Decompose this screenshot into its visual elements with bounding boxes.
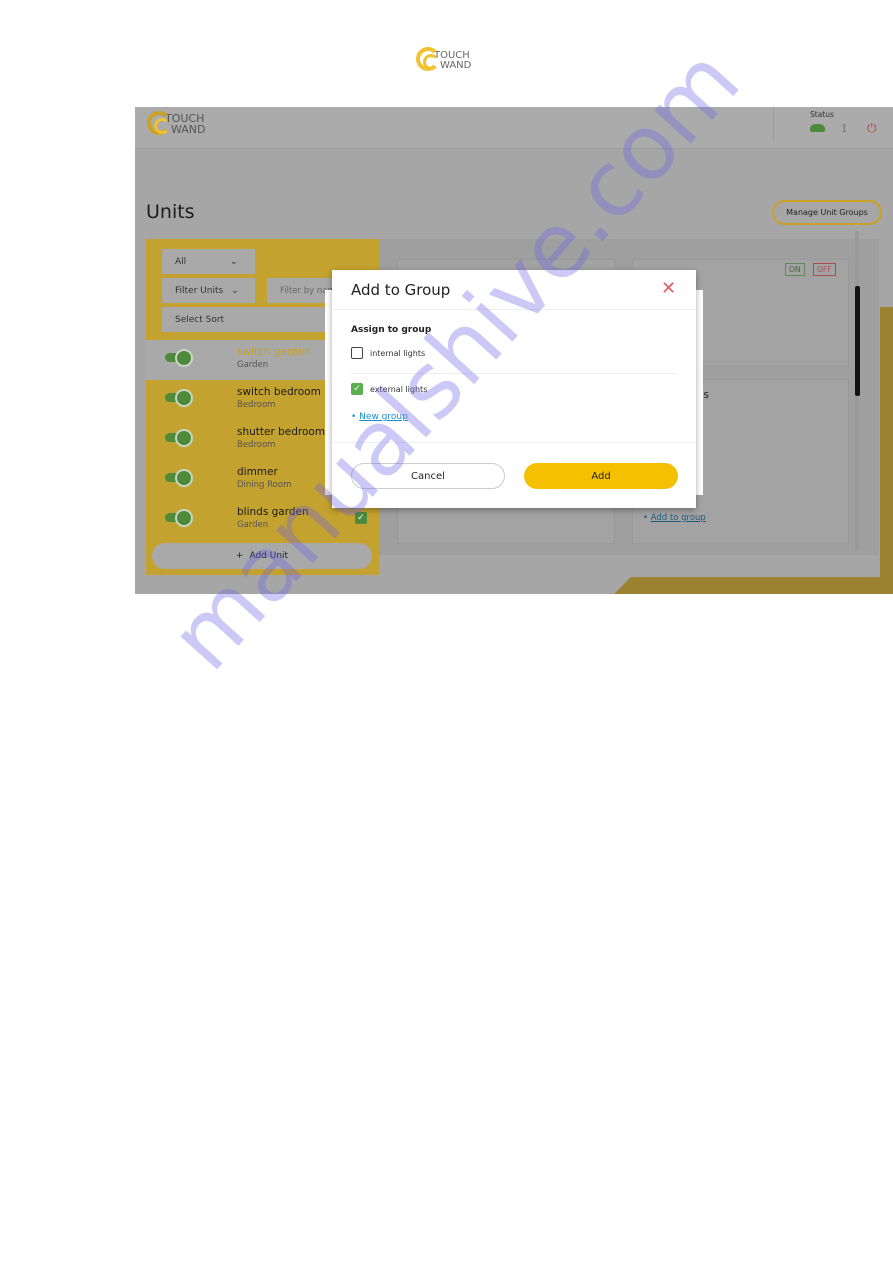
add-button[interactable]: Add: [524, 463, 678, 489]
touchwand-logo: TOUCH WAND: [416, 47, 471, 71]
filter-units-dropdown[interactable]: Filter Units ⌄: [162, 278, 255, 303]
page-title: Units: [146, 201, 195, 223]
dialog-title: Add to Group: [351, 281, 451, 299]
status-label: Status: [810, 110, 834, 119]
lamp-icon: ⟟: [842, 121, 847, 135]
off-button[interactable]: OFF: [813, 263, 836, 276]
app-header: TOUCH WAND Status ⟟ ⏻: [135, 107, 893, 149]
power-icon[interactable]: ⏻: [867, 121, 877, 136]
manage-unit-groups-button[interactable]: Manage Unit Groups: [772, 200, 882, 225]
all-dropdown[interactable]: All ⌄: [162, 249, 255, 274]
unit-toggle[interactable]: [165, 429, 193, 447]
decor-yellow: [591, 577, 893, 594]
unit-toggle[interactable]: [165, 509, 193, 527]
unit-toggle[interactable]: [165, 389, 193, 407]
add-to-group-link[interactable]: • Add to group: [643, 513, 706, 523]
unit-toggle[interactable]: [165, 469, 193, 487]
scrollbar-thumb[interactable]: [855, 286, 860, 396]
on-button[interactable]: ON: [785, 263, 805, 276]
checkbox[interactable]: [351, 347, 363, 359]
cloud-icon: [810, 124, 825, 132]
app-logo[interactable]: TOUCH WAND: [147, 111, 206, 135]
unit-toggle[interactable]: [165, 349, 193, 367]
close-icon[interactable]: ✕: [661, 278, 676, 299]
decor-yellow: [880, 307, 893, 587]
